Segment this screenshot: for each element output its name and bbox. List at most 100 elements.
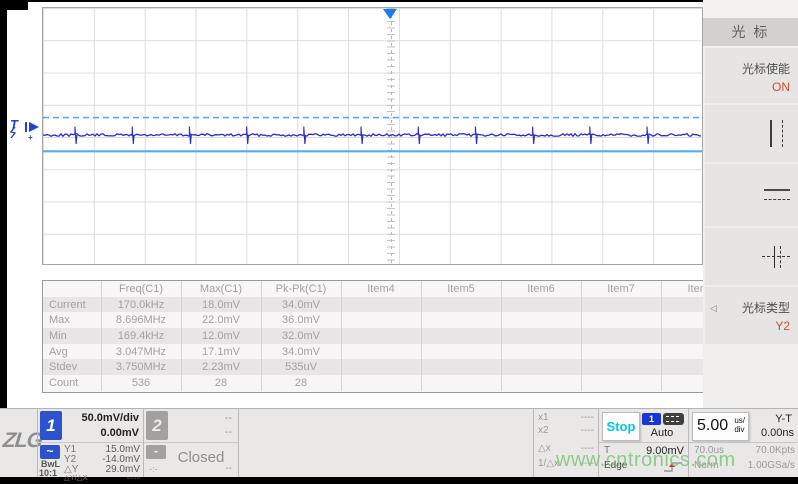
ch2-offset: -- — [225, 426, 232, 438]
table-cell: 3.047MHz — [101, 344, 181, 360]
x2-value: ---- — [581, 425, 594, 436]
trigger-sweep-mode[interactable]: Auto — [639, 427, 685, 439]
table-cell — [341, 344, 421, 360]
table-cell — [661, 344, 703, 360]
cursor-type-vertical-button[interactable] — [705, 105, 798, 162]
table-cell: 22.0mV — [181, 312, 261, 328]
ch1-offset: 0.00mV — [100, 427, 139, 439]
table-cell — [421, 328, 501, 344]
table-header-cell: Item7 — [581, 281, 661, 297]
channel1-badge[interactable]: 1 — [40, 411, 62, 440]
row-label: Count — [43, 375, 101, 391]
memory-depth: 70.0Kpts — [756, 445, 795, 456]
table-cell — [581, 375, 661, 391]
table-cell — [581, 312, 661, 328]
cursor-enable-button[interactable]: 光标使能 ON — [705, 48, 798, 103]
table-cell — [581, 359, 661, 375]
cursor-type-select-button[interactable]: ◁ 光标类型 Y2 — [705, 287, 798, 344]
channel2-status-block[interactable]: 2 -- -- - Closed -:- -- — [143, 409, 238, 477]
table-header-cell: Item6 — [501, 281, 581, 297]
row-label: Min — [43, 328, 101, 344]
x1-label: x1 — [538, 412, 549, 423]
row-label: Avg — [43, 344, 101, 360]
cursor-type-cross-button[interactable] — [705, 228, 798, 285]
probe-ratio-label: 10:1 — [39, 468, 57, 478]
span-depth-row: 70.0us 70.0Kpts — [694, 445, 795, 456]
table-cell — [661, 359, 703, 375]
row-label: Max — [43, 312, 101, 328]
ch1-scale: 50.0mV/div — [82, 412, 139, 424]
ch2-extra-value: -- — [225, 463, 232, 474]
table-cell: 28 — [261, 375, 341, 391]
divider — [38, 442, 143, 443]
trigger-position-marker[interactable] — [383, 9, 397, 19]
cursor-type-value: Y2 — [775, 319, 790, 333]
x2-row: x2 ---- — [538, 425, 594, 436]
cursor-menu-title: 光 标 — [703, 18, 798, 46]
display-mode: Y-T — [775, 413, 792, 425]
table-cell — [421, 359, 501, 375]
channel1-status-block[interactable]: 1 50.0mV/div 0.00mV ~ BwL 10:1 Y1 15.0mV… — [37, 409, 143, 477]
table-cell — [341, 375, 421, 391]
ch2-scale: -- — [225, 412, 232, 424]
cursor-menu-sidebar: 光 标 光标使能 ON ◁ 光标类型 Y2 — [703, 0, 798, 408]
trigger-status-block[interactable]: Stop 1 Auto T 9.00mV Edge — [598, 409, 688, 477]
table-cell — [341, 328, 421, 344]
divider — [599, 442, 688, 443]
table-header-cell: Pk-Pk(C1) — [261, 281, 341, 297]
table-cell — [581, 344, 661, 360]
table-cell: 34.0mV — [261, 297, 341, 313]
cross-cursors-icon — [762, 246, 790, 268]
time-span: 70.0us — [694, 445, 724, 456]
table-row: Count5362828 — [43, 375, 703, 391]
row-label: Stdev — [43, 359, 101, 375]
bottom-status-bar: ZLG® 1 50.0mV/div 0.00mV ~ BwL 10:1 Y1 1… — [0, 408, 798, 477]
left-bezel — [0, 0, 7, 408]
slope-label: △Y/△X — [64, 473, 88, 482]
delta-x-value: ---- — [581, 443, 594, 454]
cursor-type-horizontal-button[interactable] — [705, 164, 798, 226]
table-cell — [501, 312, 581, 328]
acquisition-mode: Norm — [694, 460, 718, 471]
cursor-enable-label: 光标使能 — [742, 60, 790, 77]
divider — [689, 442, 798, 443]
run-stop-button[interactable]: Stop — [602, 412, 640, 441]
table-row: Stdev3.750MHz2.23mV535uV — [43, 359, 703, 375]
ch2-coupling-icon: - — [146, 445, 166, 459]
table-cell: 32.0mV — [261, 328, 341, 344]
table-cell: 170.0kHz — [101, 297, 181, 313]
table-cell: 536 — [101, 375, 181, 391]
x1-row: x1 ---- — [538, 412, 594, 423]
timebase-status-block[interactable]: 5.00 us/ div Y-T 0.00ns 70.0us 70.0Kpts … — [688, 409, 798, 477]
table-cell — [501, 297, 581, 313]
table-cell — [421, 297, 501, 313]
x2-label: x2 — [538, 425, 549, 436]
channel2-badge[interactable]: 2 — [146, 411, 168, 440]
table-cell: 2.23mV — [181, 359, 261, 375]
table-cell — [661, 328, 703, 344]
inv-delta-x-value: ---- — [581, 458, 594, 469]
trigger-source-badge[interactable]: 1 — [642, 413, 661, 425]
trigger-type-row: Edge — [604, 460, 683, 473]
table-cell: 34.0mV — [261, 344, 341, 360]
table-cell: 12.0mV — [181, 328, 261, 344]
inv-delta-x-label: 1/△x — [538, 458, 559, 469]
channel1-level-arrow-icon[interactable] — [25, 121, 40, 133]
timebase-scale-button[interactable]: 5.00 us/ div — [692, 412, 749, 441]
table-cell: 17.1mV — [181, 344, 261, 360]
table-cell: 36.0mV — [261, 312, 341, 328]
vertical-cursors-icon — [770, 120, 784, 147]
left-edge-markers: T + — [9, 115, 41, 147]
table-row: Current170.0kHz18.0mV34.0mV — [43, 297, 703, 313]
table-cell — [501, 344, 581, 360]
measurement-table: Freq(C1)Max(C1)Pk-Pk(C1)Item4Item5Item6I… — [42, 280, 703, 393]
table-header-cell: Max(C1) — [181, 281, 261, 297]
delta-x-label: △x — [538, 443, 551, 454]
trigger-coupling-icon[interactable] — [663, 413, 684, 425]
cursor-enable-value: ON — [772, 80, 790, 94]
x1-value: ---- — [581, 412, 594, 423]
table-cell — [661, 312, 703, 328]
trigger-level-value: 9.00mV — [646, 445, 684, 457]
trigger-type-label: Edge — [604, 460, 627, 471]
channel1-spikes — [75, 127, 649, 145]
